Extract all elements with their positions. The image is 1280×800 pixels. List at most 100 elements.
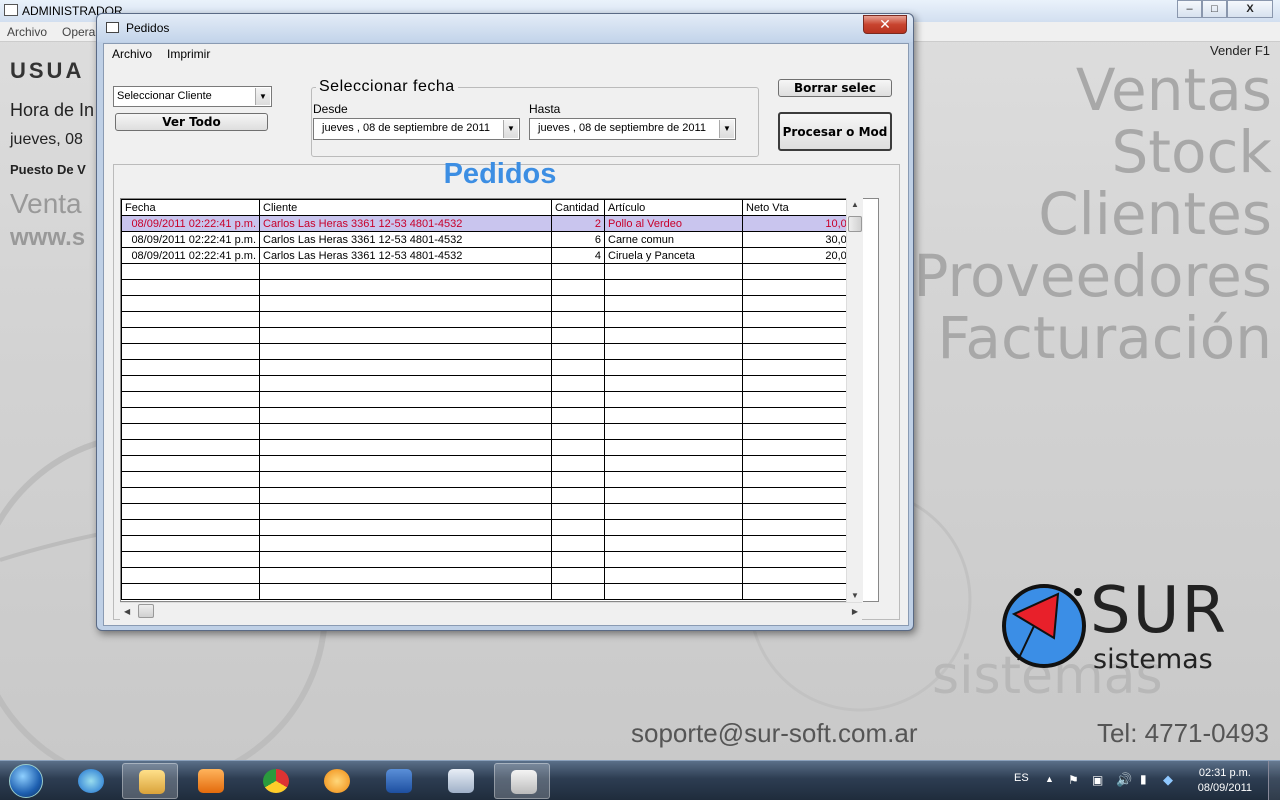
calculator-icon xyxy=(448,769,474,793)
taskbar-file-explorer[interactable] xyxy=(122,763,178,799)
vertical-scrollbar[interactable]: ▲ ▼ xyxy=(846,198,863,602)
column-header-cliente[interactable]: Cliente xyxy=(259,199,552,216)
cell-empty xyxy=(259,423,552,440)
cell-empty xyxy=(121,535,260,552)
taskbar-clock[interactable]: 02:31 p.m. 08/09/2011 xyxy=(1198,766,1252,796)
ver-todo-button[interactable]: Ver Todo xyxy=(115,113,268,131)
app-icon xyxy=(4,4,18,16)
table-row-empty[interactable] xyxy=(121,551,863,568)
borrar-selec-button[interactable]: Borrar selec xyxy=(778,79,892,97)
table-row-empty[interactable] xyxy=(121,535,863,552)
menu-archivo[interactable]: Archivo xyxy=(112,47,152,61)
cell-empty xyxy=(259,295,552,312)
taskbar-calculator[interactable] xyxy=(432,763,488,799)
taskbar-chrome[interactable] xyxy=(247,763,303,799)
table-row-empty[interactable] xyxy=(121,567,863,584)
taskbar-messenger[interactable] xyxy=(308,763,364,799)
cell-empty xyxy=(121,359,260,376)
table-row-empty[interactable] xyxy=(121,375,863,392)
menu-word-stock[interactable]: Stock xyxy=(1111,118,1272,186)
desde-label: Desde xyxy=(313,102,348,116)
menu-imprimir[interactable]: Imprimir xyxy=(167,47,210,61)
column-header-cantidad[interactable]: Cantidad xyxy=(551,199,605,216)
hasta-date-picker[interactable]: jueves , 08 de septiembre de 2011 ▼ xyxy=(529,118,736,140)
cell-empty xyxy=(259,583,552,600)
table-row-empty[interactable] xyxy=(121,583,863,600)
table-row-empty[interactable] xyxy=(121,295,863,312)
folder-icon xyxy=(139,770,165,794)
dialog-close-button[interactable]: ✕ xyxy=(863,15,907,34)
table-row[interactable]: 08/09/2011 02:22:41 p.m. Carlos Las Hera… xyxy=(121,247,863,264)
orders-table: Fecha Cliente Cantidad Artículo Neto Vta… xyxy=(121,199,863,600)
signal-icon[interactable]: ▮ xyxy=(1140,772,1147,786)
table-header-row: Fecha Cliente Cantidad Artículo Neto Vta xyxy=(121,199,863,216)
menu-operaciones[interactable]: Opera xyxy=(62,25,95,39)
horizontal-scroll-thumb[interactable] xyxy=(138,604,154,618)
menu-word-ventas[interactable]: Ventas xyxy=(1076,56,1272,124)
chevron-down-icon[interactable]: ▼ xyxy=(719,120,734,138)
cell-empty xyxy=(604,263,743,280)
chevron-down-icon[interactable]: ▼ xyxy=(503,120,518,138)
flag-icon[interactable]: ⚑ xyxy=(1068,773,1079,787)
table-row-empty[interactable] xyxy=(121,471,863,488)
minimize-button[interactable]: – xyxy=(1177,0,1202,18)
cell-empty xyxy=(259,279,552,296)
close-button[interactable]: X xyxy=(1227,0,1273,18)
table-row-empty[interactable] xyxy=(121,263,863,280)
taskbar-word[interactable] xyxy=(370,763,426,799)
show-desktop-button[interactable] xyxy=(1268,761,1280,800)
table-row-empty[interactable] xyxy=(121,455,863,472)
table-row-empty[interactable] xyxy=(121,439,863,456)
vertical-scroll-thumb[interactable] xyxy=(848,216,862,232)
table-row[interactable]: 08/09/2011 02:22:41 p.m. Carlos Las Hera… xyxy=(121,231,863,248)
menu-word-proveedores[interactable]: Proveedores xyxy=(914,242,1272,310)
scroll-down-icon[interactable]: ▼ xyxy=(851,591,859,600)
cell-empty xyxy=(742,455,863,472)
menu-word-clientes[interactable]: Clientes xyxy=(1038,180,1272,248)
language-indicator[interactable]: ES xyxy=(1014,772,1029,784)
table-row-empty[interactable] xyxy=(121,311,863,328)
table-row-empty[interactable] xyxy=(121,503,863,520)
table-row-empty[interactable] xyxy=(121,391,863,408)
table-row-empty[interactable] xyxy=(121,279,863,296)
pedidos-app-icon xyxy=(511,770,537,794)
cell-cliente: Carlos Las Heras 3361 12-53 4801-4532 xyxy=(259,247,552,264)
cell-neto-vta: 10,000 xyxy=(742,215,863,232)
horizontal-scrollbar[interactable]: ◀ ▶ xyxy=(120,602,862,620)
procesar-button[interactable]: Procesar o Mod xyxy=(778,112,892,151)
start-button[interactable] xyxy=(4,763,48,799)
cell-empty xyxy=(742,567,863,584)
table-row-empty[interactable] xyxy=(121,359,863,376)
cell-empty xyxy=(604,567,743,584)
taskbar-internet-explorer[interactable] xyxy=(62,763,118,799)
scroll-right-icon[interactable]: ▶ xyxy=(852,607,858,616)
scroll-up-icon[interactable]: ▲ xyxy=(851,200,859,209)
dropbox-icon[interactable]: ◆ xyxy=(1163,772,1173,788)
table-row-empty[interactable] xyxy=(121,327,863,344)
column-header-neto-vta[interactable]: Neto Vta xyxy=(742,199,863,216)
menu-archivo[interactable]: Archivo xyxy=(7,25,47,39)
table-row-empty[interactable] xyxy=(121,423,863,440)
menu-word-facturacion[interactable]: Facturación xyxy=(937,304,1272,372)
scroll-left-icon[interactable]: ◀ xyxy=(124,607,130,616)
cell-empty xyxy=(259,487,552,504)
client-select[interactable]: Seleccionar Cliente ▼ xyxy=(113,86,272,107)
orders-grid[interactable]: Fecha Cliente Cantidad Artículo Neto Vta… xyxy=(120,198,879,602)
desde-date-picker[interactable]: jueves , 08 de septiembre de 2011 ▼ xyxy=(313,118,520,140)
cell-empty xyxy=(259,391,552,408)
tray-expand-icon[interactable]: ▲ xyxy=(1045,774,1054,784)
volume-icon[interactable]: 🔊 xyxy=(1116,772,1132,788)
column-header-articulo[interactable]: Artículo xyxy=(604,199,743,216)
table-row-empty[interactable] xyxy=(121,487,863,504)
taskbar-media-player[interactable] xyxy=(182,763,238,799)
taskbar: ES ▲ ⚑ ▣ 🔊 ▮ ◆ 02:31 p.m. 08/09/2011 xyxy=(0,760,1280,800)
network-icon[interactable]: ▣ xyxy=(1092,773,1103,787)
chevron-down-icon[interactable]: ▼ xyxy=(255,88,270,105)
maximize-button[interactable]: □ xyxy=(1202,0,1227,18)
table-row-empty[interactable] xyxy=(121,407,863,424)
taskbar-pedidos-app[interactable] xyxy=(494,763,550,799)
column-header-fecha[interactable]: Fecha xyxy=(121,199,260,216)
table-row[interactable]: 08/09/2011 02:22:41 p.m. Carlos Las Hera… xyxy=(121,215,863,232)
table-row-empty[interactable] xyxy=(121,343,863,360)
table-row-empty[interactable] xyxy=(121,519,863,536)
